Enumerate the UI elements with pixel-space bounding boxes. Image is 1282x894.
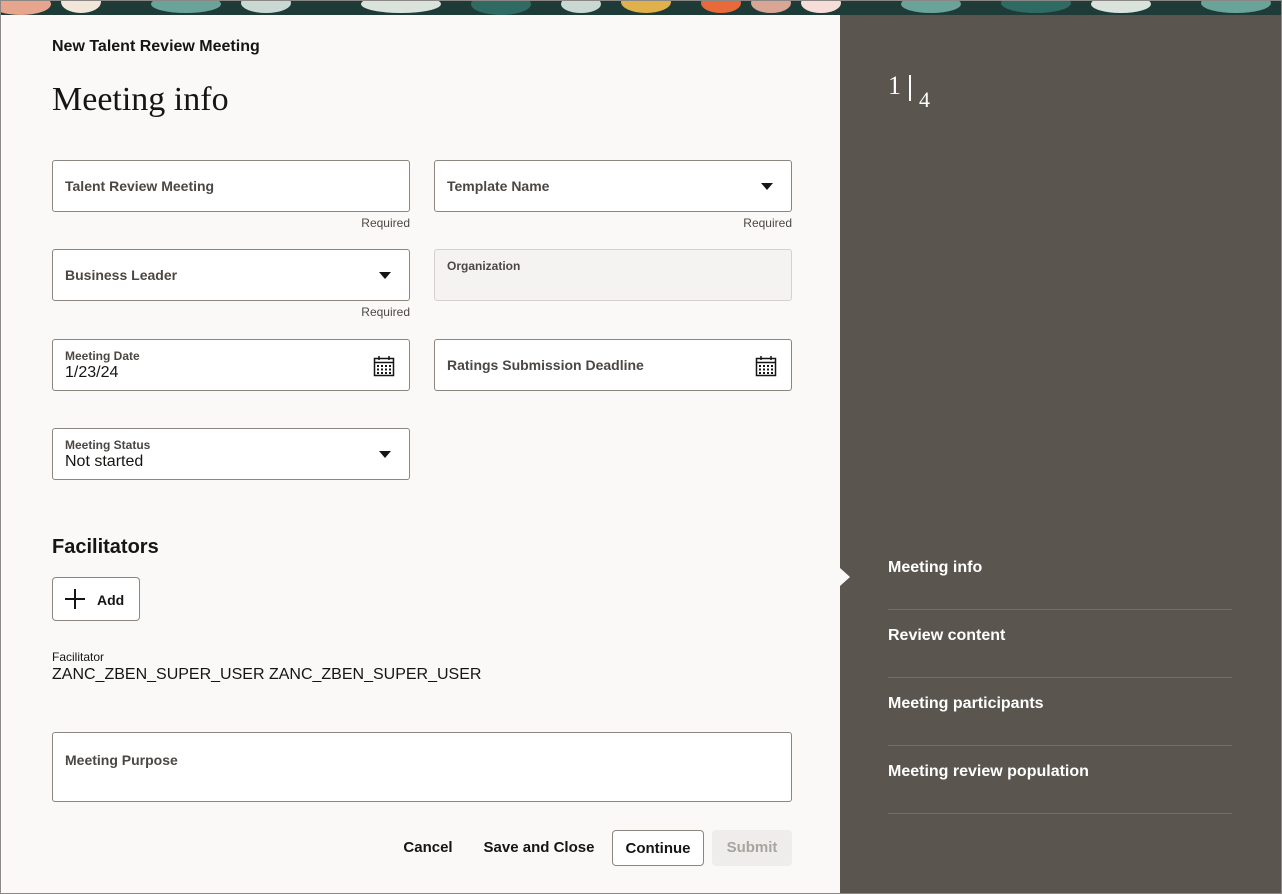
ratings-deadline-input[interactable]: Ratings Submission Deadline xyxy=(434,339,792,391)
facilitators-heading: Facilitators xyxy=(52,536,159,558)
step-label: Meeting review population xyxy=(888,763,1089,780)
step-meeting-info[interactable]: Meeting info xyxy=(888,542,1232,610)
dialog-frame: New Talent Review Meeting Meeting info T… xyxy=(0,0,1282,894)
facilitator-label: Facilitator xyxy=(52,650,105,664)
meeting-status-label: Meeting Status xyxy=(65,438,151,452)
step-meeting-participants[interactable]: Meeting participants xyxy=(888,678,1232,746)
steps-panel: 1 4 Meeting info Review content Meeting … xyxy=(840,15,1281,893)
continue-button[interactable]: Continue xyxy=(612,830,704,866)
organization-field: Organization xyxy=(434,249,792,301)
step-label: Review content xyxy=(888,627,1006,644)
required-hint: Required xyxy=(361,305,410,319)
calendar-icon[interactable] xyxy=(373,355,395,377)
step-meeting-review-population[interactable]: Meeting review population xyxy=(888,746,1232,814)
talent-review-meeting-placeholder: Talent Review Meeting xyxy=(65,178,215,194)
decorative-banner xyxy=(1,1,1281,15)
chevron-down-icon xyxy=(379,272,391,279)
plus-icon xyxy=(65,589,85,609)
chevron-down-icon xyxy=(379,451,391,458)
meeting-status-select[interactable]: Meeting Status Not started xyxy=(52,428,410,480)
required-hint: Required xyxy=(743,216,792,230)
add-facilitator-button[interactable]: Add xyxy=(52,577,140,621)
meeting-date-value: 1/23/24 xyxy=(65,364,119,381)
cancel-button[interactable]: Cancel xyxy=(397,830,459,866)
meeting-date-label: Meeting Date xyxy=(65,349,140,363)
meeting-date-input[interactable]: Meeting Date 1/23/24 xyxy=(52,339,410,391)
business-leader-select[interactable]: Business Leader xyxy=(52,249,410,301)
ratings-deadline-placeholder: Ratings Submission Deadline xyxy=(447,357,644,373)
submit-button: Submit xyxy=(712,830,792,866)
add-button-label: Add xyxy=(97,592,125,608)
step-label: Meeting participants xyxy=(888,695,1044,712)
total-steps-number: 4 xyxy=(919,87,930,112)
save-and-close-button[interactable]: Save and Close xyxy=(482,830,596,866)
meeting-status-value: Not started xyxy=(65,453,144,470)
active-step-pointer xyxy=(840,568,850,586)
calendar-icon[interactable] xyxy=(755,355,777,377)
dialog-kicker: New Talent Review Meeting xyxy=(52,38,260,55)
form-panel: New Talent Review Meeting Meeting info T… xyxy=(2,15,840,893)
page-title: Meeting info xyxy=(52,81,229,118)
template-name-select[interactable]: Template Name xyxy=(434,160,792,212)
step-label: Meeting info xyxy=(888,559,983,576)
facilitator-value: ZANC_ZBEN_SUPER_USER ZANC_ZBEN_SUPER_USE… xyxy=(52,666,482,683)
template-name-placeholder: Template Name xyxy=(447,178,550,194)
step-counter-divider xyxy=(909,75,911,101)
organization-label: Organization xyxy=(447,259,521,273)
meeting-purpose-placeholder: Meeting Purpose xyxy=(65,752,178,768)
chevron-down-icon xyxy=(761,183,773,190)
talent-review-meeting-input[interactable]: Talent Review Meeting xyxy=(52,160,410,212)
step-review-content[interactable]: Review content xyxy=(888,610,1232,678)
required-hint: Required xyxy=(361,216,410,230)
business-leader-placeholder: Business Leader xyxy=(65,267,178,283)
current-step-number: 1 xyxy=(888,71,901,100)
meeting-purpose-textarea[interactable]: Meeting Purpose xyxy=(52,732,792,802)
